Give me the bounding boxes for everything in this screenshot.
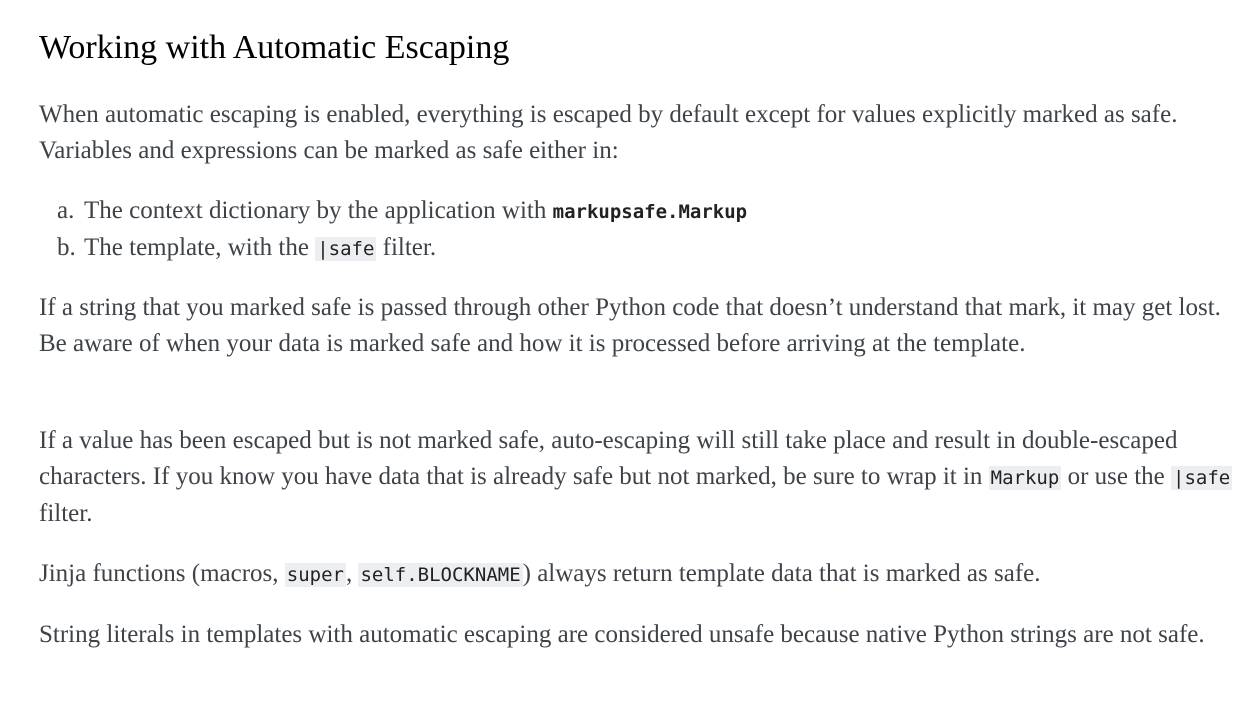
inline-code: |safe [1171, 466, 1233, 490]
inline-code: super [284, 563, 346, 587]
inline-code: self.BLOCKNAME [358, 563, 523, 587]
list-item-text: The context dictionary by the applicatio… [84, 197, 553, 224]
list-item: b. The template, with the |safe filter. [39, 230, 1234, 267]
paragraph-text: filter. [39, 500, 93, 527]
list-item: a. The context dictionary by the applicat… [39, 193, 1234, 230]
inline-code: Markup [988, 466, 1062, 490]
lost-mark-paragraph: If a string that you marked safe is pass… [39, 294, 1221, 357]
section-heading: Working with Automatic Escaping [39, 29, 510, 66]
list-item-after: filter. [376, 234, 437, 261]
inline-code: |safe [315, 237, 377, 261]
paragraph-text: Jinja functions (macros, [39, 560, 285, 587]
intro-text: When automatic escaping is enabled, ever… [39, 101, 1178, 164]
paragraph-text: , [345, 560, 359, 587]
functions-paragraph: Jinja functions (macros, super, self.BLO… [39, 556, 1234, 593]
intro-paragraph: When automatic escaping is enabled, ever… [39, 97, 1234, 169]
safe-methods-list: a. The context dictionary by the applicat… [39, 193, 1234, 267]
paragraph-text: or use the [1061, 463, 1172, 490]
inline-code: markupsafe.Markup [552, 201, 748, 223]
list-item-text: The template, with the [84, 234, 316, 261]
string-literals-paragraph: String literals in templates with automa… [39, 621, 1205, 648]
double-escape-paragraph: If a value has been escaped but is not m… [39, 423, 1234, 532]
list-marker: b. [57, 234, 76, 261]
list-marker: a. [57, 197, 75, 224]
paragraph-text: ) always return template data that is ma… [522, 560, 1041, 587]
